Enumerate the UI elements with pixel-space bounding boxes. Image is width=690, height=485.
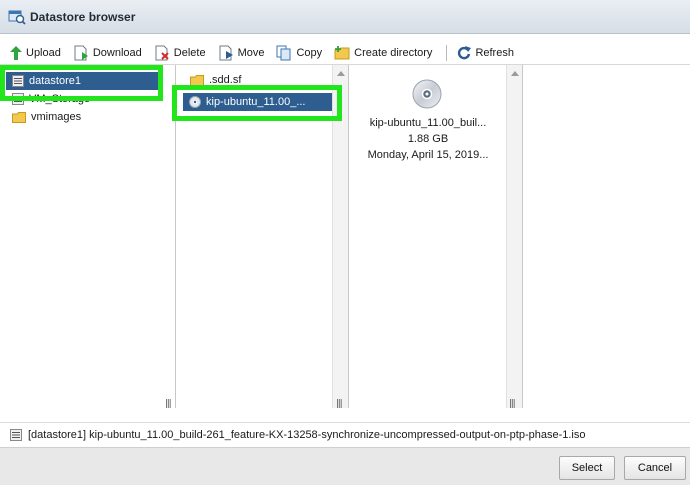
copy-icon <box>276 45 291 61</box>
datastore-item-label: VM_Storage <box>29 93 91 105</box>
scroll-up-arrow-icon[interactable] <box>511 71 519 76</box>
dialog-footer: Select Cancel <box>0 447 690 485</box>
selected-path: [datastore1] kip-ubuntu_11.00_build-261_… <box>28 428 586 441</box>
upload-label: Upload <box>26 47 61 59</box>
status-bar: [datastore1] kip-ubuntu_11.00_build-261_… <box>0 422 690 446</box>
file-item-kip-ubuntu-iso[interactable]: kip-ubuntu_11.00_... <box>183 93 333 111</box>
move-label: Move <box>237 47 265 59</box>
datastore-item-datastore1[interactable]: datastore1 <box>6 72 158 90</box>
download-icon <box>74 45 88 61</box>
move-icon <box>219 45 233 61</box>
file-item-sdd-sf[interactable]: .sdd.sf <box>184 71 324 89</box>
create-directory-button[interactable]: Create directory <box>334 46 432 60</box>
disc-icon <box>189 96 201 108</box>
download-button[interactable]: Download <box>73 45 142 61</box>
file-details-pane: kip-ubuntu_11.00_buil... 1.88 GB Monday,… <box>349 65 523 408</box>
details-file-date: Monday, April 15, 2019... <box>367 149 489 161</box>
datastore-item-label: datastore1 <box>29 75 81 87</box>
column-resize-grip[interactable]: ||| <box>165 398 172 408</box>
select-button[interactable]: Select <box>559 456 615 480</box>
datastore-browser-icon <box>8 10 26 25</box>
column-resize-grip[interactable]: ||| <box>336 398 343 408</box>
download-label: Download <box>92 47 142 59</box>
folder-icon <box>12 111 26 123</box>
file-item-label: kip-ubuntu_11.00_... <box>206 96 306 108</box>
column-resize-grip[interactable]: ||| <box>509 398 516 408</box>
upload-button[interactable]: Upload <box>10 46 61 60</box>
refresh-icon <box>458 46 472 60</box>
refresh-label: Refresh <box>475 47 514 59</box>
file-item-label: .sdd.sf <box>209 74 242 86</box>
details-scrollbar[interactable] <box>506 65 522 408</box>
delete-label: Delete <box>173 47 206 59</box>
details-file-size: 1.88 GB <box>407 133 449 145</box>
cancel-button[interactable]: Cancel <box>624 456 686 480</box>
datastore-item-vm-storage[interactable]: VM_Storage <box>6 90 158 108</box>
disc-icon <box>412 79 442 109</box>
new-folder-icon <box>334 46 350 60</box>
folder-icon <box>190 74 204 86</box>
copy-label: Copy <box>296 47 323 59</box>
create-directory-label: Create directory <box>354 47 433 59</box>
delete-button[interactable]: Delete <box>154 45 206 61</box>
datastore-item-label: vmimages <box>31 111 82 123</box>
datastore-icon <box>10 428 22 441</box>
datastore-icon <box>12 75 24 87</box>
datastore-icon <box>12 93 24 105</box>
toolbar: Upload Download Delete Move Copy Create … <box>0 43 690 63</box>
window-title: Datastore browser <box>30 9 136 24</box>
move-button[interactable]: Move <box>218 45 265 61</box>
datastore-item-vmimages[interactable]: vmimages <box>6 108 158 126</box>
delete-icon <box>155 45 169 61</box>
copy-button[interactable]: Copy <box>276 45 322 61</box>
window-titlebar: Datastore browser <box>0 0 690 34</box>
upload-icon <box>10 46 22 60</box>
scroll-up-arrow-icon[interactable] <box>337 71 345 76</box>
browser-panes: datastore1 VM_Storage vmimages ||| .sdd.… <box>0 64 690 408</box>
details-file-name: kip-ubuntu_11.00_buil... <box>369 117 487 129</box>
toolbar-separator <box>446 45 448 61</box>
refresh-button[interactable]: Refresh <box>457 46 514 60</box>
file-list-scrollbar[interactable] <box>332 65 348 408</box>
datastore-list-pane[interactable]: datastore1 VM_Storage vmimages ||| <box>0 65 176 408</box>
file-list-pane[interactable]: .sdd.sf kip-ubuntu_11.00_... ||| <box>177 65 349 408</box>
